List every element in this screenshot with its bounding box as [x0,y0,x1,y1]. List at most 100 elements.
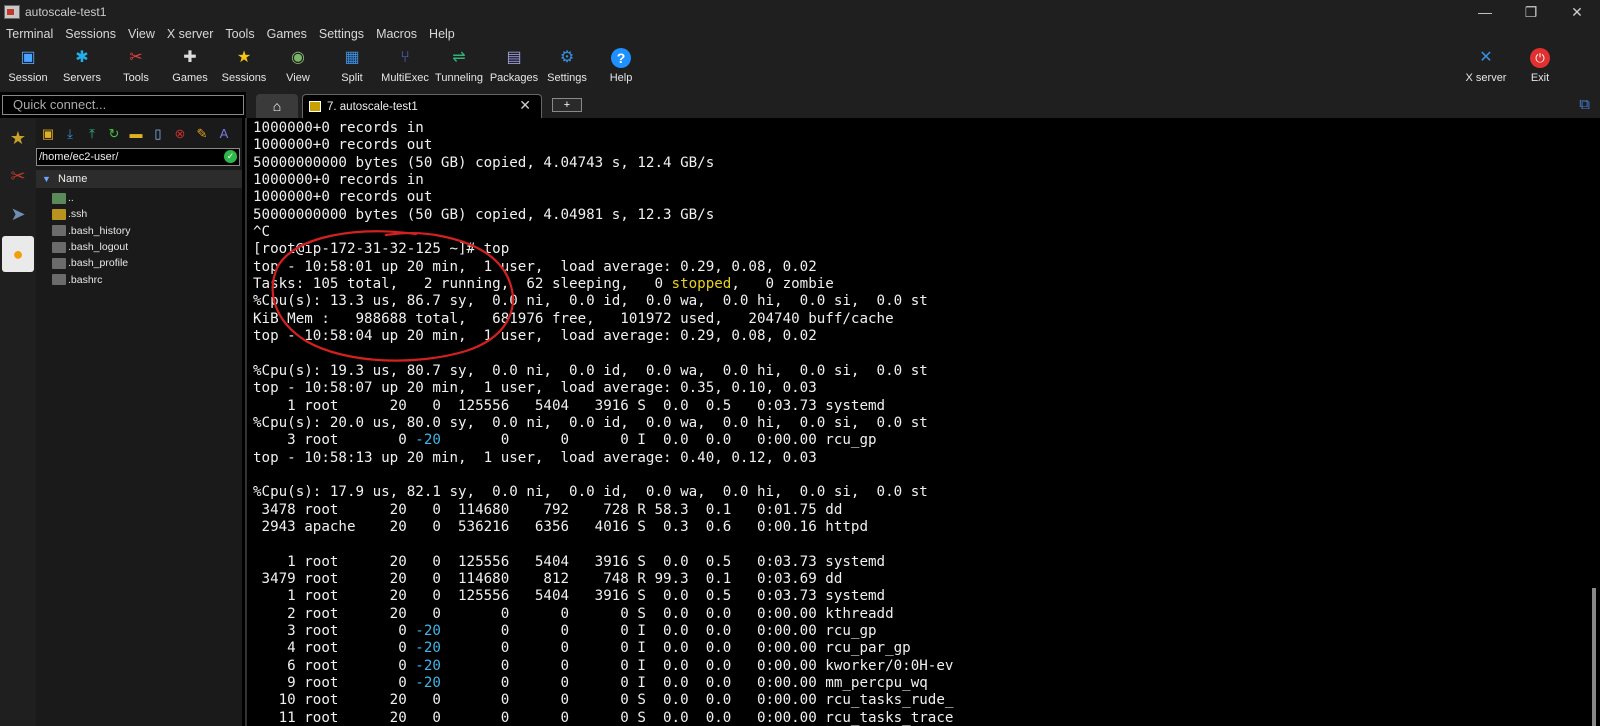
toolbar-view-button[interactable]: ◉ View [270,46,326,90]
toolbar-split-button[interactable]: ▦ Split [324,46,380,90]
toolbar-multiexec-button[interactable]: ⑂ MultiExec [377,46,433,90]
file-icon [52,241,66,253]
toolbar-tunneling-button[interactable]: ⇌ Tunneling [431,46,487,90]
toolbar-games-button[interactable]: ✚ Games [162,46,218,90]
new-tab-button[interactable]: + [552,98,582,112]
tools-icon[interactable]: ✂ [2,158,34,194]
minimize-button[interactable]: — [1462,0,1508,24]
file-row[interactable]: .ssh [52,206,242,222]
toolbar-settings-button[interactable]: ⚙ Settings [539,46,595,90]
toolbar-sessions-button[interactable]: ★ Sessions [216,46,272,90]
menu-settings[interactable]: Settings [313,27,370,41]
terminal-line: 4 root 0 -20 0 0 0 I 0.0 0.0 0:00.00 rcu… [253,640,953,657]
terminal-icon [309,101,321,112]
menu-terminal[interactable]: Terminal [0,27,59,41]
tools-icon: ✂ [129,49,143,66]
toolbar-label: Split [341,72,363,84]
terminal-text: 0 0 0 I 0.0 0.0 0:00.00 rcu_gp [440,432,877,449]
star-icon: ★ [236,49,252,66]
toolbar-exit-button[interactable]: ⏻ Exit [1512,46,1568,90]
favorites-star-icon[interactable]: ★ [2,120,34,156]
terminal-line: top - 10:58:01 up 20 min, 1 user, load a… [253,258,817,275]
terminal-line: top - 10:58:07 up 20 min, 1 user, load a… [253,380,817,397]
terminal-text: 0 0 0 I 0.0 0.0 0:00.00 mm_percpu_wq [440,675,928,691]
terminal-text: 3 root 0 [253,432,416,449]
tunneling-icon: ⇌ [452,49,466,66]
check-icon[interactable]: ✓ [224,150,237,163]
folder-icon [52,208,66,220]
app-icon [4,5,20,19]
terminal-line: 3479 root 20 0 114680 812 748 R 99.3 0.1… [253,570,843,587]
close-tab-icon[interactable]: ✕ [519,97,531,114]
home-tab[interactable]: ⌂ [256,94,298,118]
terminal-text: 6 root 0 [253,657,416,674]
toolbar-label: MultiExec [381,72,429,84]
file-name: .. [68,192,74,205]
terminal-text: , 0 zombie [731,276,834,293]
nice-value-text: -20 [415,622,441,639]
toolbar-packages-button[interactable]: ▤ Packages [486,46,542,90]
sftp-path-input[interactable]: /home/ec2-user/ ✓ [36,148,240,166]
file-name: .bash_history [68,224,131,237]
terminal-line: 1 root 20 0 125556 5404 3916 S 0.0 0.5 0… [253,397,886,414]
close-button[interactable]: ✕ [1554,0,1600,24]
sftp-icon[interactable]: ● [2,236,34,272]
toolbar-help-button[interactable]: ? Help [593,46,649,90]
parent-folder-icon[interactable]: ▣ [40,126,56,142]
toolbar-label: Settings [547,72,587,84]
title-bar: autoscale-test1 — ❐ ✕ [0,0,1600,24]
attachment-icon[interactable]: ⧉ [1579,96,1590,113]
menu-macros[interactable]: Macros [370,27,423,41]
file-row[interactable]: .bash_history [52,223,242,239]
file-row[interactable]: .bash_profile [52,255,242,271]
terminal-text: 3 root 0 [253,622,416,639]
quick-connect-input[interactable]: Quick connect... [2,95,244,115]
upload-icon[interactable]: ⤒ [84,126,100,142]
terminal-line: 10 root 20 0 0 0 0 S 0.0 0.0 0:00.00 rcu… [253,692,954,709]
restore-button[interactable]: ❐ [1508,0,1554,24]
nice-value-text: -20 [415,432,441,449]
terminal-area[interactable]: 1000000+0 records in 1000000+0 records ou… [245,118,1600,726]
send-icon[interactable]: ➤ [2,196,34,232]
terminal-line: 1000000+0 records out [253,137,433,154]
terminal-line: 11 root 20 0 0 0 0 S 0.0 0.0 0:00.00 rcu… [253,709,954,726]
toolbar-label: Servers [63,72,101,84]
toolbar-servers-button[interactable]: ✱ Servers [54,46,110,90]
terminal-scrollbar[interactable] [1592,588,1596,726]
tab-session[interactable]: 7. autoscale-test1 ✕ [302,94,542,118]
sftp-path-text: /home/ec2-user/ [39,151,119,163]
toolbar-tools-button[interactable]: ✂ Tools [108,46,164,90]
new-folder-icon[interactable]: ▬ [128,126,144,142]
wrench-icon[interactable]: ✎ [194,126,210,142]
refresh-icon[interactable]: ↻ [106,126,122,142]
terminal-line: %Cpu(s): 20.0 us, 80.0 sy, 0.0 ni, 0.0 i… [253,414,928,431]
menu-sessions[interactable]: Sessions [59,27,122,41]
download-icon[interactable]: ⤓ [62,126,78,142]
terminal-line: [root@ip-172-31-32-125 ~]# top [253,241,510,258]
terminal-text: Tasks: 105 total, 2 running, 62 sleeping… [253,276,672,293]
delete-icon[interactable]: ⊗ [172,126,188,142]
toolbar-label: X server [1465,72,1507,84]
terminal-line: 2943 apache 20 0 536216 6356 4016 S 0.3 … [253,518,868,535]
file-row[interactable]: .. [52,190,242,206]
menu-games[interactable]: Games [261,27,313,41]
menu-x-server[interactable]: X server [161,27,220,41]
name-column-header[interactable]: ▼ Name [36,170,242,188]
name-column-label: Name [58,173,88,185]
terminal-line: 6 root 0 -20 0 0 0 I 0.0 0.0 0:00.00 kwo… [253,658,953,675]
terminal-line: 3 root 0 -20 0 0 0 I 0.0 0.0 0:00.00 rcu… [253,623,953,640]
toolbar-session-button[interactable]: ▣ Session [0,46,56,90]
menu-help[interactable]: Help [423,27,461,41]
toolbar-x-server-button[interactable]: ✕ X server [1458,46,1514,90]
file-row[interactable]: .bash_logout [52,239,242,255]
file-row[interactable]: .bashrc [52,271,242,287]
rename-icon[interactable]: A [216,126,232,142]
terminal-line: Tasks: 105 total, 2 running, 62 sleeping… [253,276,953,293]
menu-tools[interactable]: Tools [219,27,260,41]
terminal-line: %Cpu(s): 13.3 us, 86.7 sy, 0.0 ni, 0.0 i… [253,293,928,310]
sort-down-icon: ▼ [42,174,51,184]
terminal-line: 50000000000 bytes (50 GB) copied, 4.0498… [253,206,715,223]
new-file-icon[interactable]: ▯ [150,126,166,142]
menu-view[interactable]: View [122,27,161,41]
